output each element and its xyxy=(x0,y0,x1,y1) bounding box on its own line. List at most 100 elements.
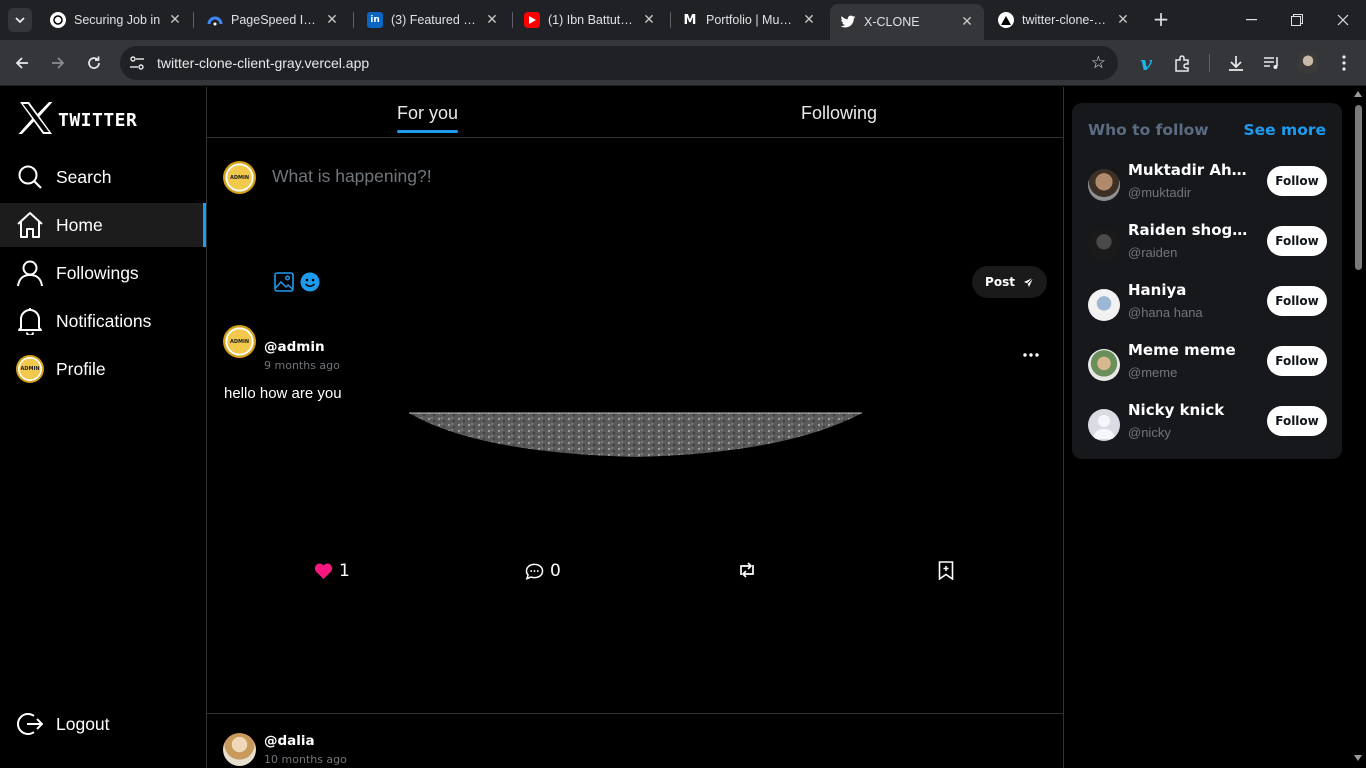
browser-tab[interactable]: Securing Job in ✕ xyxy=(40,6,192,34)
tweet-media-image[interactable] xyxy=(407,411,867,463)
nav-item-label: Home xyxy=(56,214,103,235)
post-label: Post xyxy=(985,275,1015,289)
emoji-icon[interactable] xyxy=(300,272,320,296)
tweet-handle[interactable]: @dalia xyxy=(264,733,315,749)
profile-avatar[interactable] xyxy=(1296,51,1320,75)
follow-button[interactable]: Follow xyxy=(1267,286,1327,316)
like-button[interactable]: 1 xyxy=(314,561,350,581)
tweet-card[interactable]: @dalia 10 months ago xyxy=(207,715,1063,768)
tab-for-you[interactable]: For you xyxy=(397,103,459,133)
comment-count: 0 xyxy=(550,561,561,581)
who-to-follow-panel: Who to follow See more Muktadir Ah... @m… xyxy=(1072,103,1342,459)
nav-item-followings[interactable]: Followings xyxy=(0,251,206,295)
avatar[interactable] xyxy=(1088,289,1120,321)
tab-search-button[interactable] xyxy=(8,8,32,32)
retweet-button[interactable] xyxy=(737,562,757,582)
nav-item-home[interactable]: Home xyxy=(0,203,206,247)
tweet-card[interactable]: ADMIN @admin 9 months ago hello how are … xyxy=(207,301,1063,714)
retweet-icon xyxy=(740,562,754,578)
avatar[interactable] xyxy=(223,733,256,766)
tweet-handle[interactable]: @admin xyxy=(264,339,325,355)
vimeo-extension-icon[interactable]: v xyxy=(1134,51,1158,75)
menu-kebab-icon[interactable] xyxy=(1332,51,1356,75)
nav-item-notifications[interactable]: Notifications xyxy=(0,299,206,343)
default-avatar-icon[interactable] xyxy=(1088,409,1120,441)
suggestion-name[interactable]: Muktadir Ah... xyxy=(1128,161,1248,179)
follow-button[interactable]: Follow xyxy=(1267,406,1327,436)
bookmark-button[interactable] xyxy=(938,561,954,584)
comment-button[interactable]: 0 xyxy=(525,561,561,581)
more-options-icon[interactable] xyxy=(1022,343,1040,362)
logout-label: Logout xyxy=(56,713,110,734)
close-tab-icon[interactable]: ✕ xyxy=(802,12,816,28)
forward-button[interactable] xyxy=(46,51,70,75)
follow-suggestion: Muktadir Ah... @muktadir Follow xyxy=(1088,161,1328,209)
close-tab-icon[interactable]: ✕ xyxy=(642,12,656,28)
tab-title: X-CLONE xyxy=(864,15,920,29)
tweet-text: hello how are you xyxy=(224,385,342,402)
close-tab-icon[interactable]: ✕ xyxy=(485,12,499,28)
send-icon xyxy=(1023,277,1034,287)
heart-icon xyxy=(314,563,333,579)
browser-tab[interactable]: twitter-clone-clie ✕ xyxy=(988,6,1140,34)
follow-suggestion: Meme meme @meme Follow xyxy=(1088,341,1328,389)
back-button[interactable] xyxy=(10,51,34,75)
nav-item-profile[interactable]: ADMIN Profile xyxy=(0,347,206,391)
minimize-button[interactable] xyxy=(1228,0,1274,40)
compose-input[interactable]: What is happening?! xyxy=(272,166,432,187)
arrow-left-icon xyxy=(15,57,28,69)
avatar[interactable]: ADMIN xyxy=(223,325,256,358)
twitter-icon xyxy=(840,14,856,30)
nav-item-label: Followings xyxy=(56,262,139,283)
new-tab-button[interactable]: + xyxy=(1150,8,1172,30)
follow-button[interactable]: Follow xyxy=(1267,166,1327,196)
download-icon[interactable] xyxy=(1224,51,1248,75)
follow-button[interactable]: Follow xyxy=(1267,226,1327,256)
extensions-icon[interactable] xyxy=(1170,51,1194,75)
close-tab-icon[interactable]: ✕ xyxy=(960,14,974,30)
portfolio-icon: M xyxy=(683,12,697,28)
home-icon xyxy=(16,211,44,239)
user-icon xyxy=(16,259,44,287)
suggestion-name[interactable]: Raiden shogun xyxy=(1128,221,1248,239)
scrollbar-thumb[interactable] xyxy=(1355,105,1362,270)
browser-tab[interactable]: (1) Ibn Battuta: T ✕ xyxy=(514,6,666,34)
close-tab-icon[interactable]: ✕ xyxy=(1116,12,1130,28)
bookmark-star-icon[interactable]: ☆ xyxy=(1091,53,1106,73)
reload-button[interactable] xyxy=(82,51,106,75)
restore-button[interactable] xyxy=(1274,0,1320,40)
scroll-up-icon[interactable] xyxy=(1354,91,1362,97)
nav-item-search[interactable]: Search xyxy=(0,155,206,199)
media-control-icon[interactable] xyxy=(1260,51,1284,75)
brand-logo[interactable]: TWITTER xyxy=(18,101,137,139)
browser-tab[interactable]: in (3) Featured | M ✕ xyxy=(357,6,509,34)
browser-tab[interactable]: PageSpeed Insig ✕ xyxy=(197,6,349,34)
close-window-button[interactable] xyxy=(1320,0,1366,40)
avatar[interactable] xyxy=(1088,349,1120,381)
bookmark-icon xyxy=(938,561,954,581)
url-text: twitter-clone-client-gray.vercel.app xyxy=(157,55,370,71)
tweet-composer: ADMIN What is happening?! Post xyxy=(207,138,1063,301)
suggestion-name[interactable]: Haniya xyxy=(1128,281,1248,299)
logout-button[interactable]: Logout xyxy=(0,702,206,746)
suggestion-name[interactable]: Nicky knick xyxy=(1128,401,1248,419)
close-tab-icon[interactable]: ✕ xyxy=(168,12,182,28)
browser-tab[interactable]: M Portfolio | Mukta ✕ xyxy=(672,6,826,34)
linkedin-icon: in xyxy=(367,12,383,28)
close-tab-icon[interactable]: ✕ xyxy=(325,12,339,28)
suggestion-handle: @nicky xyxy=(1128,425,1171,440)
follow-button[interactable]: Follow xyxy=(1267,346,1327,376)
avatar[interactable] xyxy=(1088,169,1120,201)
post-button[interactable]: Post xyxy=(972,266,1047,298)
avatar[interactable] xyxy=(1088,229,1120,261)
see-more-link[interactable]: See more xyxy=(1243,121,1326,139)
site-info-icon[interactable] xyxy=(126,52,148,74)
feed-tabs: For you Following xyxy=(207,87,1063,138)
scroll-down-icon[interactable] xyxy=(1354,755,1362,761)
tab-following[interactable]: Following xyxy=(801,103,877,124)
tab-title: Portfolio | Mukta xyxy=(706,13,796,27)
address-bar[interactable]: twitter-clone-client-gray.vercel.app ☆ xyxy=(120,46,1118,80)
browser-tab-active[interactable]: X-CLONE ✕ xyxy=(830,4,984,40)
image-icon[interactable] xyxy=(274,272,294,296)
suggestion-name[interactable]: Meme meme xyxy=(1128,341,1248,359)
